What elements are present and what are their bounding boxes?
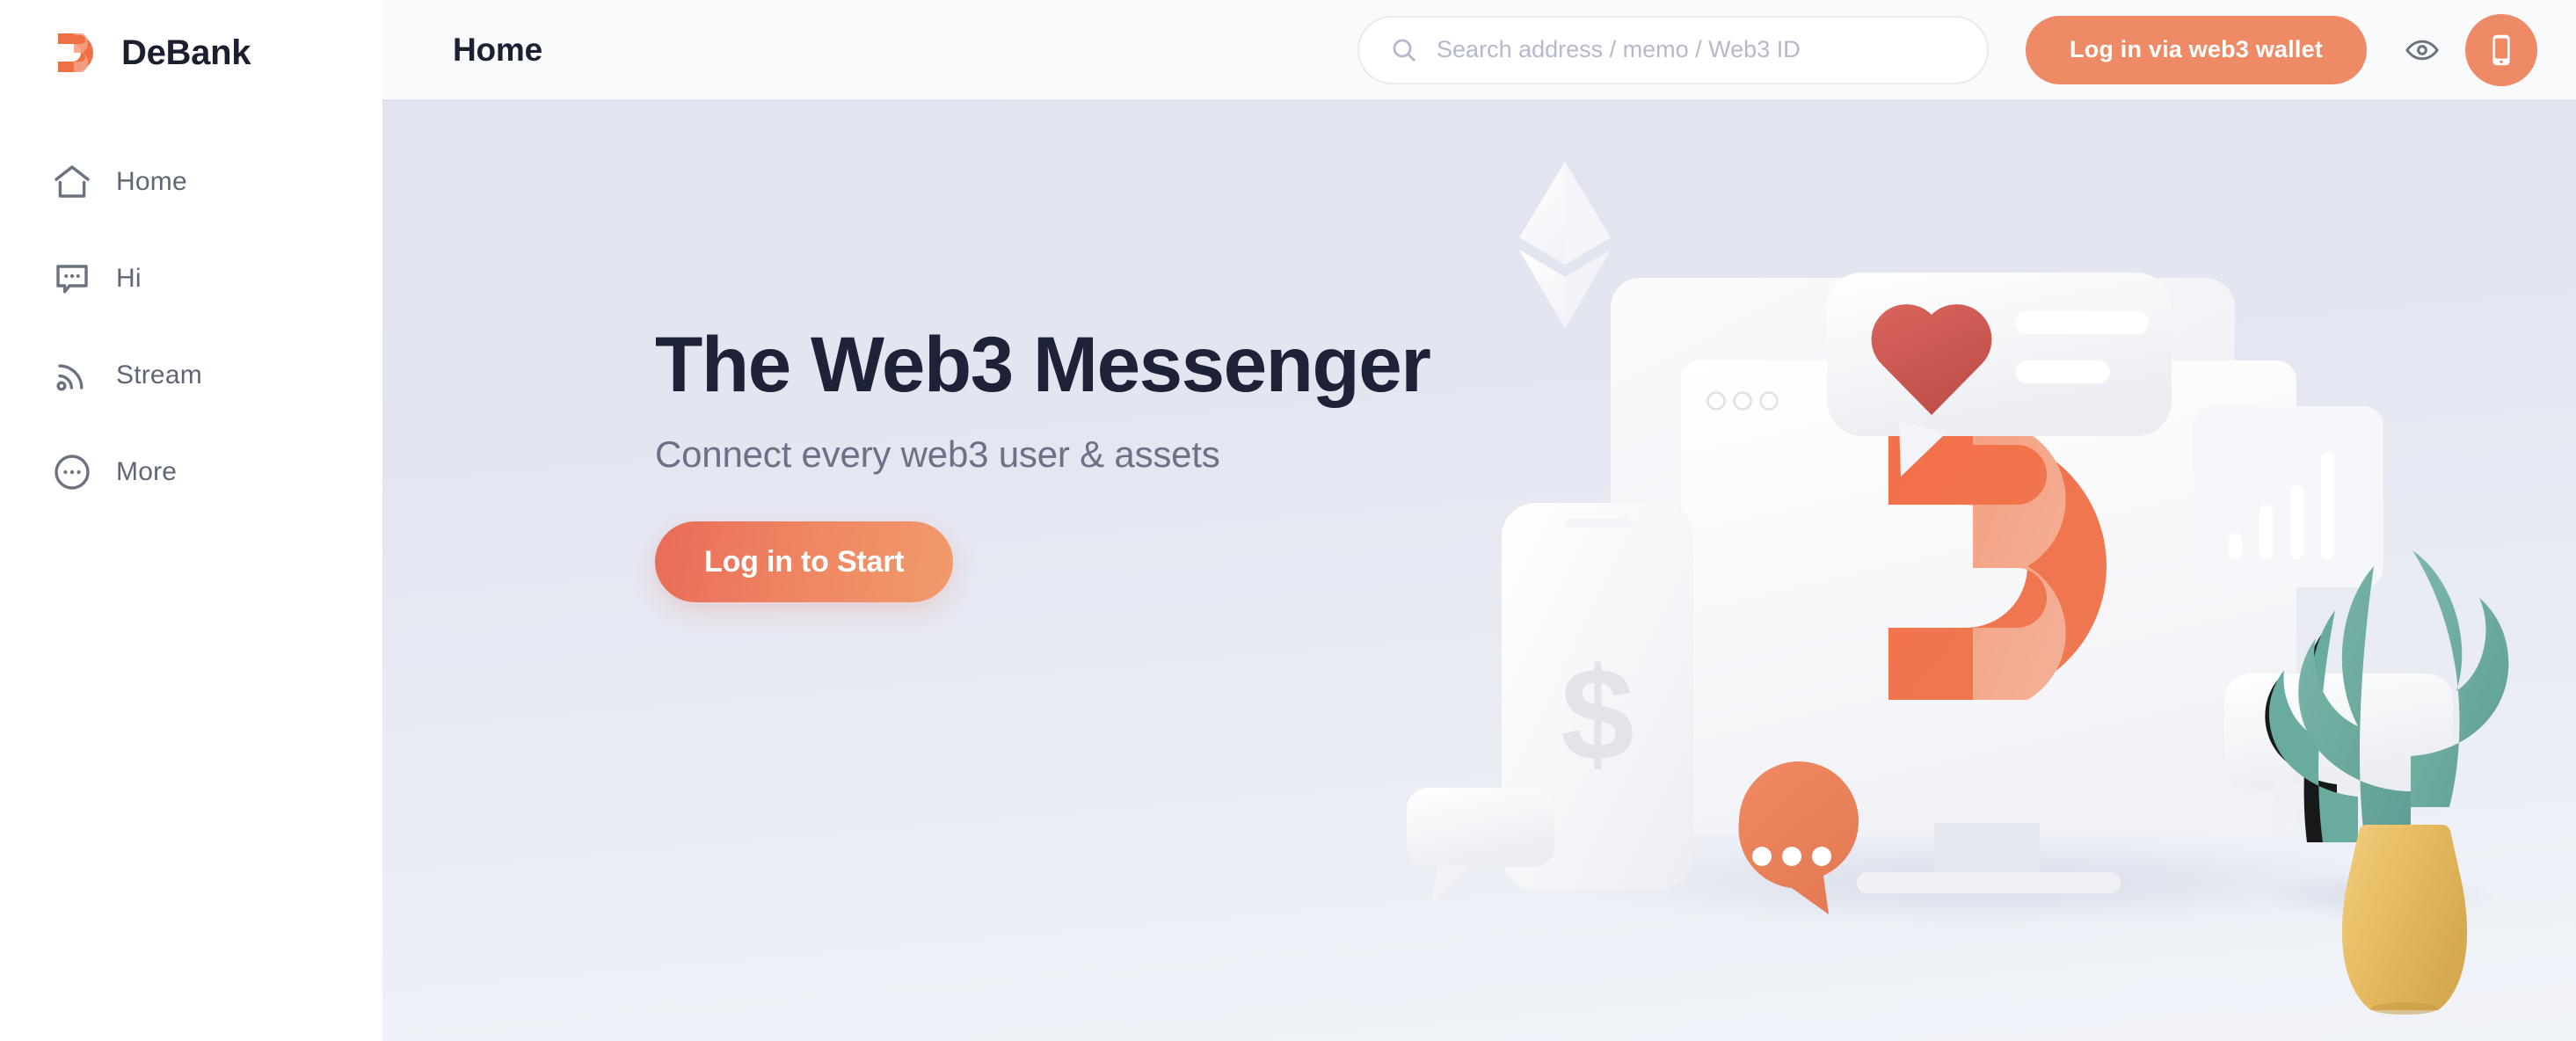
hero-title: The Web3 Messenger (655, 320, 1431, 408)
app-root: DeBank Home Hi Stream More Home Search a… (0, 0, 2576, 1041)
sidebar-item-label: Stream (116, 360, 202, 389)
search-icon (1389, 35, 1419, 65)
sidebar-nav: Home Hi Stream More (0, 149, 382, 505)
sidebar-item-stream[interactable]: Stream (0, 343, 382, 408)
search-box[interactable] (1357, 15, 1990, 84)
main-area: Home Log in via web3 wallet (382, 0, 2576, 1041)
mobile-phone-icon[interactable] (2465, 13, 2537, 86)
sidebar-item-more[interactable]: More (0, 440, 382, 505)
sidebar-item-label: More (116, 457, 178, 486)
login-via-web3-wallet-button[interactable]: Log in via web3 wallet (2026, 15, 2367, 84)
svg-text:$: $ (1561, 640, 1634, 788)
stream-rss-icon (51, 354, 93, 397)
sidebar-item-label: Hi (116, 264, 142, 293)
more-circle-icon (51, 451, 93, 493)
chat-bubble-icon (51, 258, 93, 300)
eye-icon[interactable] (2391, 19, 2453, 81)
sidebar-item-hi[interactable]: Hi (0, 246, 382, 311)
sidebar: DeBank Home Hi Stream More (0, 0, 382, 1041)
hero-section: The Web3 Messenger Connect every web3 us… (382, 99, 2576, 1041)
brand-name: DeBank (121, 33, 251, 72)
home-icon (51, 161, 93, 203)
web3-messenger-3d-illustration: $ (1407, 153, 2576, 1041)
log-in-to-start-button[interactable]: Log in to Start (655, 521, 954, 603)
sidebar-item-home[interactable]: Home (0, 149, 382, 215)
search-input[interactable] (1437, 36, 1958, 63)
top-header-bar: Home Log in via web3 wallet (382, 0, 2576, 99)
sidebar-item-label: Home (116, 167, 187, 196)
debank-logo-icon (53, 28, 102, 77)
brand-logo-block[interactable]: DeBank (0, 0, 382, 81)
hero-subtitle: Connect every web3 user & assets (655, 433, 1220, 476)
hero-copy: The Web3 Messenger Connect every web3 us… (655, 320, 1431, 603)
page-title: Home (453, 31, 542, 68)
